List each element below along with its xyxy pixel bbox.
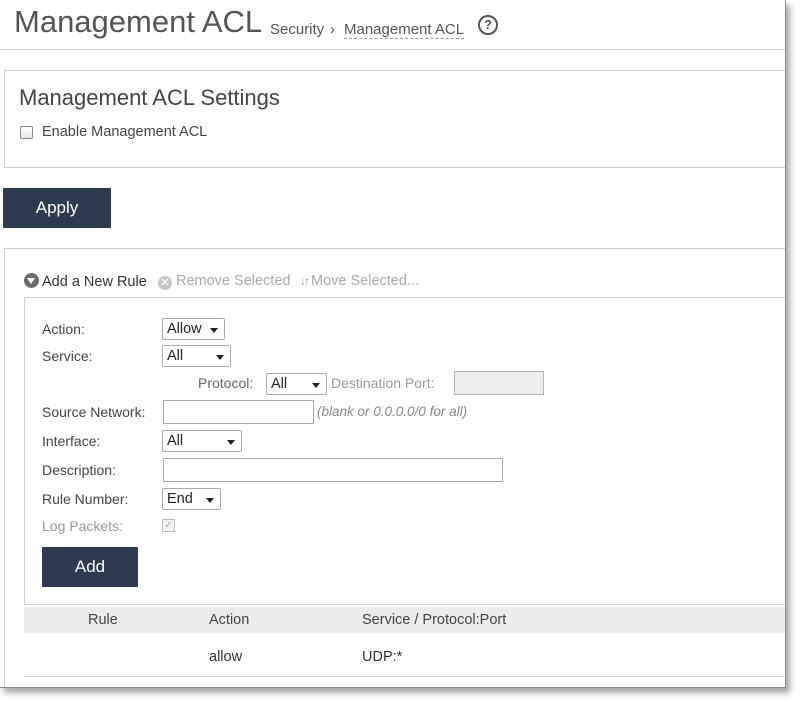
service-select[interactable]: All (162, 345, 231, 367)
column-header-action[interactable]: Action (209, 612, 249, 628)
protocol-label: Protocol: (198, 375, 254, 391)
move-selected-label: Move Selected... (311, 273, 419, 289)
source-network-label: Source Network: (42, 404, 146, 420)
log-packets-label: Log Packets: (42, 518, 123, 534)
action-select[interactable]: Allow (162, 318, 225, 340)
add-rule-label: Add a New Rule (42, 274, 147, 290)
table-row-divider (24, 676, 785, 677)
new-rule-form (24, 297, 785, 605)
service-label: Service: (42, 348, 93, 364)
interface-label: Interface: (42, 433, 101, 449)
help-icon[interactable]: ? (478, 15, 498, 35)
settings-title: Management ACL Settings (19, 85, 280, 110)
add-rule-button[interactable]: Add (42, 547, 138, 587)
log-packets-checkbox: ✓ (162, 519, 175, 532)
breadcrumb-separator: › (330, 21, 335, 38)
enable-acl-checkbox[interactable] (20, 126, 33, 139)
breadcrumb-security[interactable]: Security (270, 21, 324, 38)
interface-select[interactable]: All (162, 430, 242, 452)
destination-port-input (454, 371, 544, 395)
destination-port-label: Destination Port: (331, 375, 435, 391)
column-header-service[interactable]: Service / Protocol:Port (362, 612, 506, 628)
action-select-value: Allow (167, 321, 202, 337)
rule-number-label: Rule Number: (42, 491, 129, 507)
action-label: Action: (42, 321, 85, 337)
row-service-cell: UDP:* (362, 649, 403, 665)
row-action-cell: allow (209, 649, 243, 665)
remove-selected-button[interactable]: ✕ Remove Selected (158, 273, 290, 290)
interface-select-value: All (167, 433, 184, 449)
apply-button[interactable]: Apply (3, 188, 111, 228)
source-network-hint: (blank or 0.0.0.0/0 for all) (317, 404, 468, 419)
page-frame: Management ACL Security › Management ACL… (0, 0, 786, 688)
header-divider (0, 49, 785, 50)
breadcrumb-current[interactable]: Management ACL (344, 21, 465, 39)
service-select-value: All (167, 348, 184, 364)
move-selected-button[interactable]: ↓↑ Move Selected... (300, 273, 419, 289)
enable-acl-label: Enable Management ACL (42, 124, 208, 140)
column-header-rule[interactable]: Rule (88, 612, 118, 628)
remove-selected-label: Remove Selected (176, 273, 291, 289)
remove-icon: ✕ (158, 276, 172, 290)
source-network-input[interactable] (163, 400, 314, 424)
rule-number-select[interactable]: End (162, 488, 221, 510)
protocol-select[interactable]: All (266, 373, 327, 395)
add-rule-toggle[interactable]: Add a New Rule (24, 273, 147, 290)
chevron-down-icon (24, 273, 39, 288)
protocol-select-value: All (271, 376, 288, 392)
description-label: Description: (42, 462, 116, 478)
description-input[interactable] (163, 458, 503, 482)
rule-number-select-value: End (167, 491, 193, 507)
sort-arrows-icon: ↓↑ (300, 274, 310, 288)
page-title: Management ACL (14, 4, 263, 39)
